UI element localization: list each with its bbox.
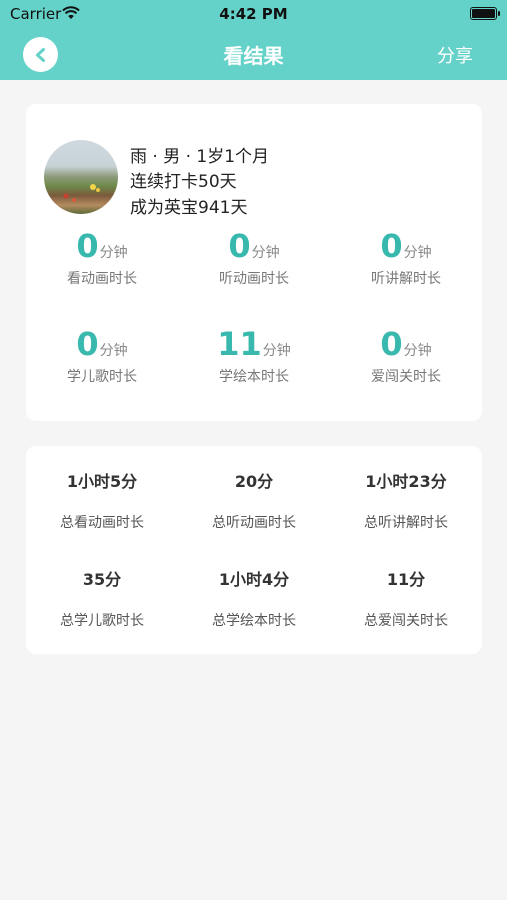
total-value: 35分	[82, 570, 122, 589]
stat-unit: 分钟	[262, 343, 291, 359]
total-value: 20分	[234, 472, 274, 491]
stat-watch-animation: 0分钟 看动画时长	[26, 226, 178, 288]
stat-value: 0	[228, 227, 251, 265]
total-listen-explanation: 1小时23分 总听讲解时长	[330, 468, 482, 532]
stat-value: 0	[76, 325, 99, 363]
stat-label: 学绘本时长	[219, 369, 289, 385]
avatar-photo	[63, 184, 100, 202]
total-learn-picture-books: 1小时4分 总学绘本时长	[178, 566, 330, 630]
stat-label: 听讲解时长	[371, 271, 441, 287]
stat-value: 0	[76, 227, 99, 265]
total-listen-animation: 20分 总听动画时长	[178, 468, 330, 532]
total-challenges: 11分 总爱闯关时长	[330, 566, 482, 630]
total-value: 1小时4分	[218, 570, 290, 589]
stat-learn-songs: 0分钟 学儿歌时长	[26, 324, 178, 386]
total-value: 11分	[386, 570, 426, 589]
stat-unit: 分钟	[403, 343, 432, 359]
checkin-streak: 连续打卡50天	[130, 172, 237, 192]
battery-icon	[470, 7, 500, 20]
total-learn-songs: 35分 总学儿歌时长	[26, 566, 178, 630]
total-stats-card: 1小时5分 总看动画时长 20分 总听动画时长 1小时23分 总听讲解时长 35…	[26, 446, 482, 654]
member-days: 成为英宝941天	[130, 198, 248, 218]
stat-learn-picture-books: 11分钟 学绘本时长	[178, 324, 330, 386]
total-label: 总学儿歌时长	[60, 613, 144, 629]
total-value: 1小时23分	[365, 472, 447, 491]
stat-value: 0	[380, 227, 403, 265]
stat-unit: 分钟	[251, 245, 280, 261]
stat-label: 爱闯关时长	[371, 369, 441, 385]
today-stats-card: 雨 · 男 · 1岁1个月 连续打卡50天 成为英宝941天 0分钟 看动画时长…	[26, 104, 482, 421]
stat-value: 11	[217, 325, 262, 363]
stat-value: 0	[380, 325, 403, 363]
stat-listen-explanation: 0分钟 听讲解时长	[330, 226, 482, 288]
status-time: 4:42 PM	[219, 5, 288, 23]
stat-unit: 分钟	[99, 245, 128, 261]
page-title: 看结果	[223, 44, 284, 68]
stat-unit: 分钟	[403, 245, 432, 261]
total-label: 总听讲解时长	[364, 515, 448, 531]
total-label: 总学绘本时长	[212, 613, 296, 629]
share-button[interactable]: 分享	[437, 42, 473, 68]
total-label: 总爱闯关时长	[364, 613, 448, 629]
total-label: 总听动画时长	[212, 515, 296, 531]
stat-label: 听动画时长	[219, 271, 289, 287]
status-bar: Carrier 4:42 PM	[0, 0, 507, 28]
stat-challenges: 0分钟 爱闯关时长	[330, 324, 482, 386]
total-label: 总看动画时长	[60, 515, 144, 531]
profile-info: 雨 · 男 · 1岁1个月	[130, 147, 270, 167]
stat-listen-animation: 0分钟 听动画时长	[178, 226, 330, 288]
stat-label: 学儿歌时长	[67, 369, 137, 385]
stat-unit: 分钟	[99, 343, 128, 359]
nav-header: Carrier 4:42 PM 看结果 分享	[0, 0, 507, 80]
avatar[interactable]	[44, 140, 118, 214]
total-watch-animation: 1小时5分 总看动画时长	[26, 468, 178, 532]
stat-label: 看动画时长	[67, 271, 137, 287]
total-value: 1小时5分	[66, 472, 138, 491]
